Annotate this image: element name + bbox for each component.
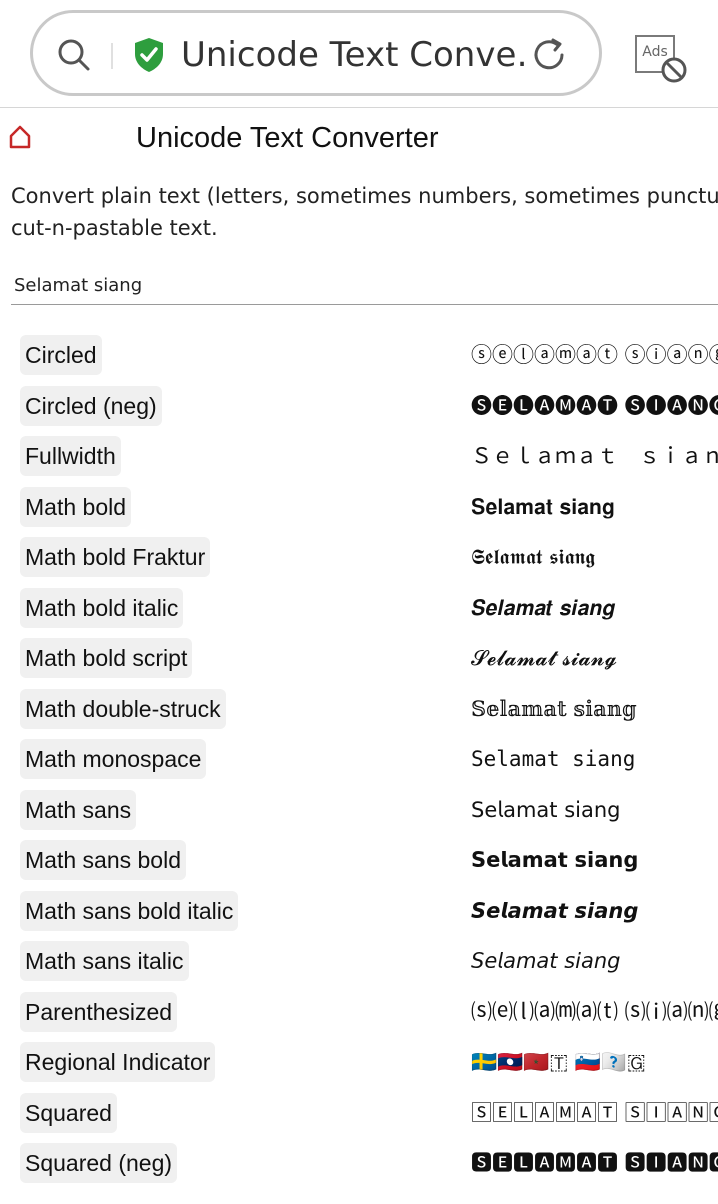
style-name-label: Math double-struck [20, 688, 226, 729]
style-name-label: Math sans bold [20, 840, 186, 880]
url-text[interactable]: Unicode Text Conve… [181, 33, 531, 77]
converted-text[interactable]: 🇸🇪🇱🇦🇲🇦🇹 🇸🇮🇦🇳🇬 [471, 1042, 718, 1082]
converted-text[interactable]: 𝓢𝓮𝓵𝓪𝓶𝓪𝓽 𝓼𝓲𝓪𝓷𝓰 [471, 638, 718, 678]
converted-text[interactable]: 𝚂𝚎𝚕𝚊𝚖𝚊𝚝 𝚜𝚒𝚊𝚗𝚐 [471, 739, 718, 779]
converted-text[interactable]: 𝕾𝖊𝖑𝖆𝖒𝖆𝖙 𝖘𝖎𝖆𝖓𝖌 [471, 537, 718, 577]
result-row: Math bold script 𝓢𝓮𝓵𝓪𝓶𝓪𝓽 𝓼𝓲𝓪𝓷𝓰 [0, 633, 718, 684]
address-divider [111, 43, 113, 69]
text-input-row [11, 266, 718, 306]
converted-text[interactable]: Ｓｅｌａｍａｔ ｓｉａｎｇ [471, 436, 718, 476]
result-row: Parenthesized ⒮⒠⒧⒜⒨⒜⒯ ⒮⒤⒜⒩⒢ [0, 987, 718, 1038]
result-row: Math double-struck 𝕊𝕖𝕝𝕒𝕞𝕒𝕥 𝕤𝕚𝕒𝕟𝕘 [0, 684, 718, 735]
converted-text[interactable]: 𝕊𝕖𝕝𝕒𝕞𝕒𝕥 𝕤𝕚𝕒𝕟𝕘 [471, 689, 718, 729]
page-title: Unicode Text Converter [136, 122, 439, 154]
result-row: Math sans bold italic 𝙎𝙚𝙡𝙖𝙢𝙖𝙩 𝙨𝙞𝙖𝙣𝙜 [0, 886, 718, 937]
result-row: Math sans italic 𝘚𝘦𝘭𝘢𝘮𝘢𝘵 𝘴𝘪𝘢𝘯𝘨 [0, 936, 718, 987]
result-row: Math bold 𝐒𝐞𝐥𝐚𝐦𝐚𝐭 𝐬𝐢𝐚𝐧𝐠 [0, 482, 718, 533]
converted-text[interactable]: 𝑺𝒆𝒍𝒂𝒎𝒂𝒕 𝒔𝒊𝒂𝒏𝒈 [471, 588, 718, 628]
converted-text[interactable]: 🆂🅴🅻🅰🅼🅰🆃 🆂🅸🅰🅽🅶 [471, 1143, 718, 1183]
style-name-label: Math bold italic [20, 587, 184, 628]
result-row: Math sans 𝖲𝖾𝗅𝖺𝗆𝖺𝗍 𝗌𝗂𝖺𝗇𝗀 [0, 785, 718, 836]
style-name-label: Math sans bold italic [20, 890, 239, 931]
converted-text[interactable]: ⓢⓔⓛⓐⓜⓐⓣ ⓢⓘⓐⓝⓖ [471, 335, 718, 375]
style-name-label: Fullwidth [20, 436, 121, 476]
intro-line-2: cut-n-pastable text. [11, 216, 218, 240]
result-row: Regional Indicator 🇸🇪🇱🇦🇲🇦🇹 🇸🇮🇦🇳🇬 [0, 1037, 718, 1088]
style-name-label: Math bold script [20, 638, 193, 678]
intro-text: Convert plain text (letters, sometimes n… [11, 180, 718, 244]
style-name-label: Math bold [20, 486, 132, 527]
ads-block-button[interactable]: Ads [630, 28, 688, 83]
result-row: Squared (neg) 🆂🅴🅻🅰🅼🅰🆃 🆂🅸🅰🅽🅶 [0, 1138, 718, 1189]
result-row: Circled ⓢⓔⓛⓐⓜⓐⓣ ⓢⓘⓐⓝⓖ [0, 330, 718, 381]
style-name-label: Math monospace [20, 739, 207, 779]
converted-text[interactable]: ⒮⒠⒧⒜⒨⒜⒯ ⒮⒤⒜⒩⒢ [471, 992, 718, 1032]
result-row: Math sans bold 𝗦𝗲𝗹𝗮𝗺𝗮𝘁 𝘀𝗶𝗮𝗻𝗴 [0, 835, 718, 886]
shield-check-icon[interactable] [133, 37, 165, 73]
style-name-label: Squared [20, 1092, 117, 1133]
result-row: Math bold italic 𝑺𝒆𝒍𝒂𝒎𝒂𝒕 𝒔𝒊𝒂𝒏𝒈 [0, 583, 718, 634]
browser-toolbar: Unicode Text Conve… Ads [0, 0, 718, 108]
style-name-label: Math sans italic [20, 941, 189, 981]
style-name-label: Squared (neg) [20, 1143, 178, 1183]
reload-icon[interactable] [529, 35, 569, 75]
style-name-label: Parenthesized [20, 991, 178, 1032]
search-icon[interactable] [57, 38, 91, 72]
converted-text[interactable]: 𝙎𝙚𝙡𝙖𝙢𝙖𝙩 𝙨𝙞𝙖𝙣𝙜 [471, 891, 718, 931]
ads-blocked-icon [661, 57, 687, 83]
results-list: Circled ⓢⓔⓛⓐⓜⓐⓣ ⓢⓘⓐⓝⓖ Circled (neg) 🅢🅔🅛🅐🅜🅐🅣… [0, 330, 718, 1204]
address-bar[interactable]: Unicode Text Conve… [30, 10, 602, 96]
style-name-label: Circled [20, 335, 102, 375]
result-row: Math bold Fraktur 𝕾𝖊𝖑𝖆𝖒𝖆𝖙 𝖘𝖎𝖆𝖓𝖌 [0, 532, 718, 583]
result-row: Math monospace 𝚂𝚎𝚕𝚊𝚖𝚊𝚝 𝚜𝚒𝚊𝚗𝚐 [0, 734, 718, 785]
converted-text[interactable]: 𝐒𝐞𝐥𝐚𝐦𝐚𝐭 𝐬𝐢𝐚𝐧𝐠 [471, 487, 718, 527]
source-text-input[interactable] [11, 266, 718, 306]
intro-line-1: Convert plain text (letters, sometimes n… [11, 184, 718, 208]
converted-text[interactable]: 𝗦𝗲𝗹𝗮𝗺𝗮𝘁 𝘀𝗶𝗮𝗻𝗴 [471, 840, 718, 880]
converted-text[interactable]: 🅢🅔🅛🅐🅜🅐🅣 🅢🅘🅐🅝🅖 [471, 386, 718, 426]
converted-text[interactable]: 𝘚𝘦𝘭𝘢𝘮𝘢𝘵 𝘴𝘪𝘢𝘯𝘨 [471, 941, 718, 981]
converted-text[interactable]: 🅂🄴🄻🄰🄼🄰🅃 🅂🄸🄰🄽🄶 [471, 1093, 718, 1133]
style-name-label: Math sans [20, 789, 137, 830]
result-row: Fullwidth Ｓｅｌａｍａｔ ｓｉａｎｇ [0, 431, 718, 482]
result-row: Circled (neg) 🅢🅔🅛🅐🅜🅐🅣 🅢🅘🅐🅝🅖 [0, 381, 718, 432]
home-icon[interactable] [8, 124, 32, 150]
style-name-label: Circled (neg) [20, 385, 162, 426]
result-row: Squared 🅂🄴🄻🄰🄼🄰🅃 🅂🄸🄰🄽🄶 [0, 1088, 718, 1139]
site-header: Unicode Text Converter [0, 108, 718, 170]
style-name-label: Regional Indicator [20, 1042, 216, 1082]
style-name-label: Math bold Fraktur [20, 537, 211, 577]
converted-text[interactable]: 𝖲𝖾𝗅𝖺𝗆𝖺𝗍 𝗌𝗂𝖺𝗇𝗀 [471, 790, 718, 830]
